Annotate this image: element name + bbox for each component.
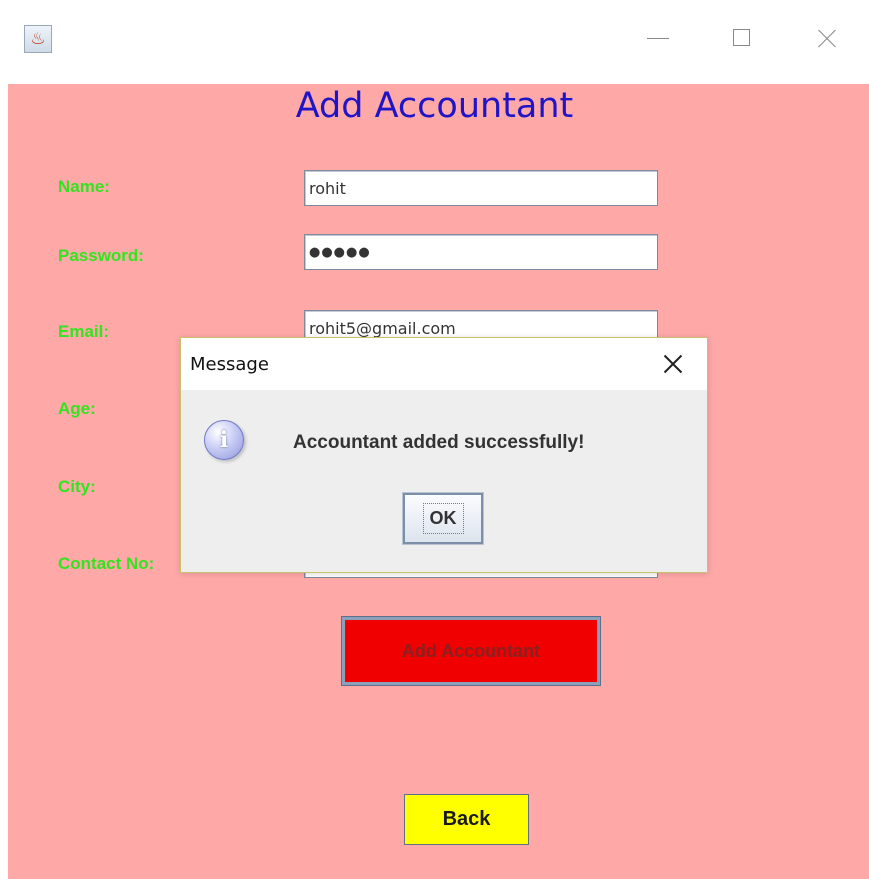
message-dialog: Message i Accountant added successfully!… <box>180 337 708 573</box>
dialog-message: Accountant added successfully! <box>293 432 585 453</box>
add-accountant-button[interactable]: Add Accountant <box>341 616 601 686</box>
window-titlebar: ♨ <box>0 0 869 84</box>
info-icon: i <box>204 420 244 460</box>
age-label: Age: <box>58 399 96 418</box>
city-label: City: <box>58 477 96 496</box>
back-button[interactable]: Back <box>404 794 529 845</box>
dialog-titlebar: Message <box>181 338 707 390</box>
contact-no-label: Contact No: <box>58 554 155 573</box>
email-label: Email: <box>58 322 110 341</box>
ok-button[interactable]: OK <box>402 492 484 545</box>
name-label: Name: <box>58 177 110 196</box>
password-field[interactable]: ●●●●● <box>304 234 658 270</box>
java-cup-icon: ♨ <box>24 25 52 53</box>
close-icon[interactable] <box>807 18 847 58</box>
name-field[interactable]: rohit <box>304 170 658 206</box>
maximize-icon[interactable] <box>721 18 761 58</box>
dialog-title: Message <box>190 354 269 375</box>
minimize-icon[interactable] <box>638 18 678 58</box>
dialog-close-icon[interactable] <box>659 350 687 378</box>
page-title: Add Accountant <box>295 86 574 126</box>
password-label: Password: <box>58 246 144 265</box>
ok-button-label: OK <box>422 503 464 534</box>
